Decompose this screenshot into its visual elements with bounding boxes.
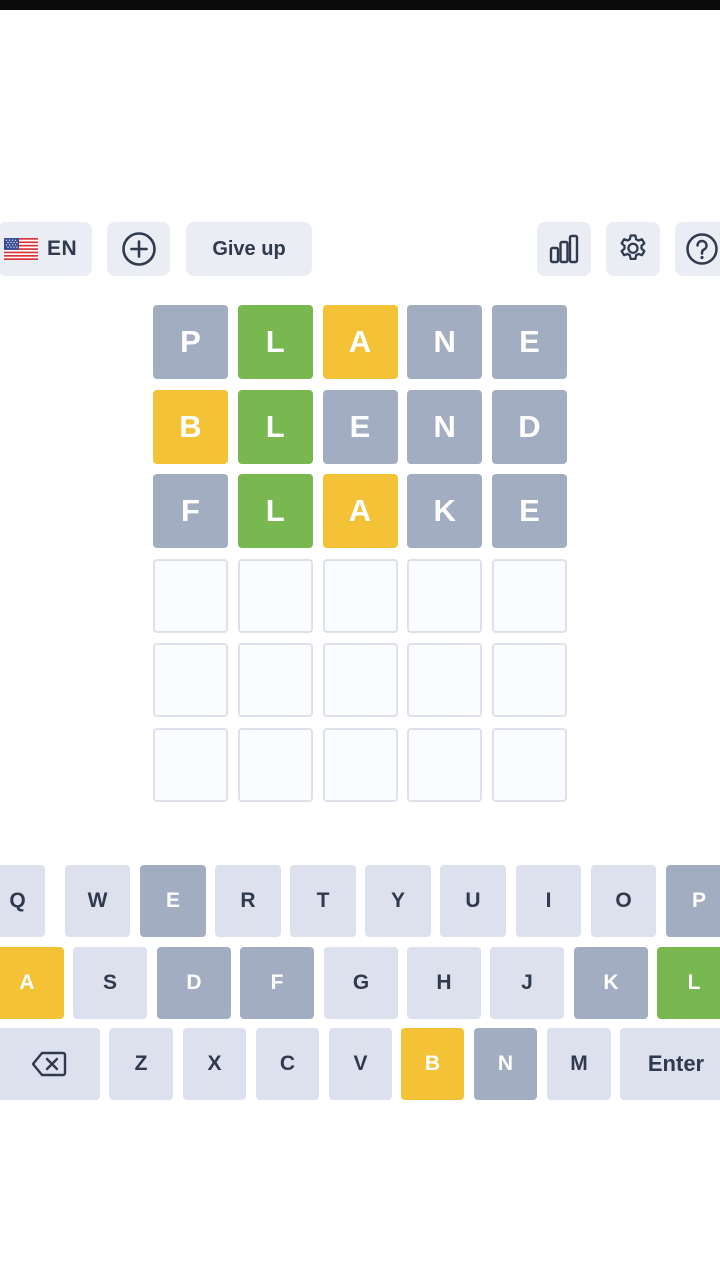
key-s[interactable]: S [73,947,147,1019]
key-c[interactable]: C [256,1028,319,1100]
empty-tile [237,558,313,633]
key-e[interactable]: E [140,865,206,937]
keyboard-row-1: QWERTYUIOP [0,865,720,937]
letter-tile: L [237,474,313,549]
game-board: PLANEBLENDFLAKE [153,305,567,802]
key-w[interactable]: W [65,865,130,937]
language-button[interactable]: EN [0,222,92,276]
key-p[interactable]: P [666,865,720,937]
key-v[interactable]: V [329,1028,392,1100]
letter-tile: A [322,474,398,549]
key-u[interactable]: U [440,865,506,937]
plus-circle-icon [121,232,156,266]
letter-tile: E [492,305,567,379]
letter-tile: P [153,305,228,379]
status-bar [0,0,720,10]
key-a[interactable]: A [0,947,64,1019]
letter-tile: L [237,305,313,379]
key-b[interactable]: B [401,1028,464,1100]
new-game-button[interactable] [107,222,170,276]
key-h[interactable]: H [407,947,481,1019]
empty-tile [492,727,567,802]
letter-tile: E [492,474,567,549]
key-r[interactable]: R [215,865,281,937]
empty-tile [237,727,313,802]
keyboard-row-3: Z X C V B N M Enter [0,1028,720,1100]
key-t[interactable]: T [290,865,356,937]
letter-tile: B [153,389,228,464]
empty-tile [407,643,483,718]
backspace-key[interactable] [0,1028,100,1100]
empty-tile [492,558,567,633]
empty-tile [237,643,313,718]
letter-tile: A [322,305,398,379]
gear-icon [620,234,646,261]
key-q[interactable]: Q [0,865,45,937]
empty-tile [322,727,398,802]
key-y[interactable]: Y [365,865,431,937]
settings-button[interactable] [606,222,660,276]
give-up-button[interactable]: Give up [186,222,312,276]
empty-tile [153,558,228,633]
us-flag-icon [4,238,38,260]
key-i[interactable]: I [516,865,581,937]
empty-tile [153,643,228,718]
letter-tile: L [237,389,313,464]
empty-tile [407,727,483,802]
key-n[interactable]: N [474,1028,537,1100]
key-k[interactable]: K [574,947,648,1019]
key-m[interactable]: M [547,1028,611,1100]
letter-tile: N [407,305,483,379]
question-circle-icon [686,233,718,265]
key-x[interactable]: X [183,1028,246,1100]
help-button[interactable] [675,222,720,276]
key-l[interactable]: L [657,947,720,1019]
key-d[interactable]: D [157,947,231,1019]
letter-tile: N [407,389,483,464]
letter-tile: K [407,474,483,549]
empty-tile [492,643,567,718]
enter-key[interactable]: Enter [620,1028,720,1100]
empty-tile [407,558,483,633]
backspace-icon [31,1051,67,1077]
empty-tile [322,643,398,718]
key-g[interactable]: G [324,947,398,1019]
key-j[interactable]: J [490,947,564,1019]
keyboard-row-2: ASDFGHJKL [0,947,720,1019]
letter-tile: D [492,389,567,464]
empty-tile [322,558,398,633]
key-z[interactable]: Z [109,1028,173,1100]
key-f[interactable]: F [240,947,314,1019]
empty-tile [153,727,228,802]
key-o[interactable]: O [591,865,656,937]
bar-chart-icon [549,234,579,264]
letter-tile: E [322,389,398,464]
language-code: EN [47,237,78,260]
statistics-button[interactable] [537,222,591,276]
letter-tile: F [153,474,228,549]
